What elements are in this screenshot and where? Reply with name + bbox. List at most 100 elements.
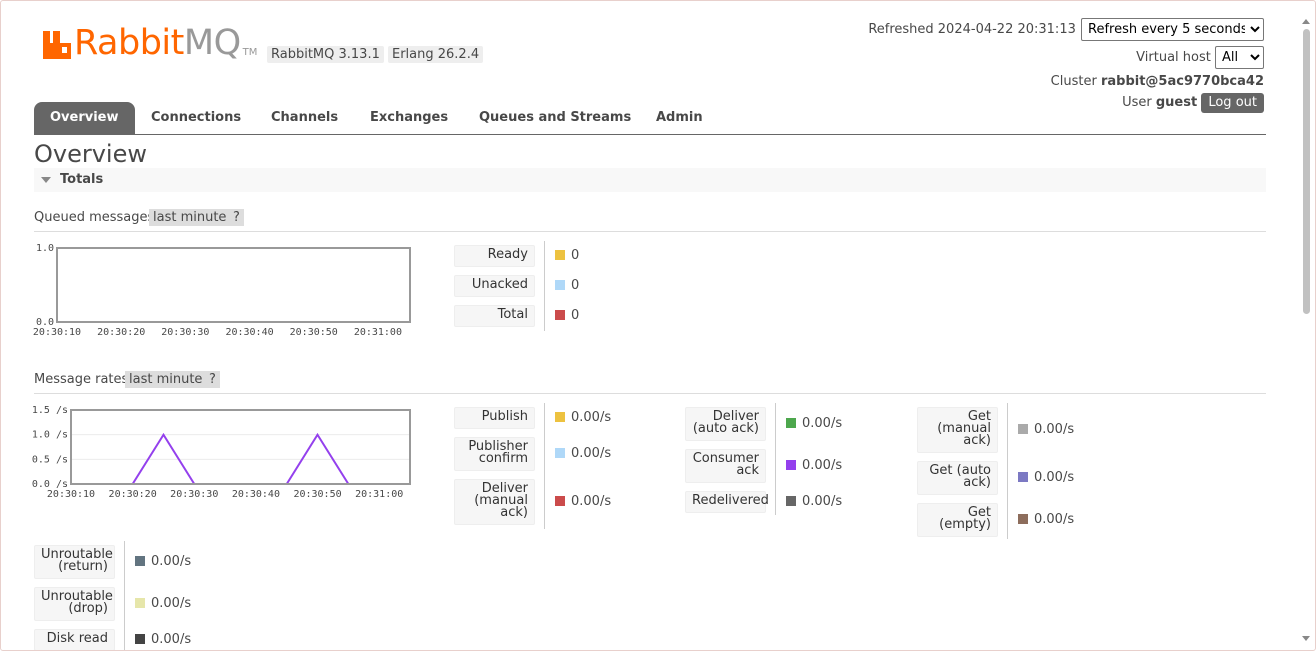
- rabbitmq-logo[interactable]: RabbitMQ TM: [43, 26, 258, 61]
- queued-messages-header: Queued messages last minute ?: [34, 209, 1266, 232]
- legend-value: 0.00/s: [786, 416, 842, 431]
- x-tick-label: 20:30:30: [161, 327, 209, 338]
- x-tick-label: 20:30:50: [290, 327, 338, 338]
- legend-value: 0.00/s: [555, 410, 611, 425]
- brand-name-part1: Rabbit: [74, 23, 184, 63]
- queued-messages-chart: 0.0 1.0 20:30:10 20:30:20 20:30:30 20:30:40 20…: [31, 241, 416, 341]
- legend-swatch: [555, 310, 565, 320]
- legend-value: 0: [555, 278, 579, 293]
- x-tick-label: 20:30:20: [97, 327, 145, 338]
- legend-label: Publish: [454, 407, 535, 429]
- legend-value: 0: [555, 248, 579, 263]
- tab-connections[interactable]: Connections: [151, 102, 241, 134]
- x-tick-label: 20:30:40: [225, 327, 273, 338]
- legend-separator: [544, 403, 545, 529]
- legend-value: 0.00/s: [1018, 422, 1074, 437]
- y-tick-label: 1.0 /s: [32, 430, 68, 441]
- legend-value-text: 0.00/s: [802, 494, 843, 509]
- rates-range-selector[interactable]: last minute: [125, 371, 207, 388]
- legend-value: 0.00/s: [135, 596, 191, 611]
- legend-swatch: [135, 634, 145, 644]
- tab-queues-and-streams[interactable]: Queues and Streams: [479, 102, 631, 134]
- plot-frame: [56, 247, 411, 323]
- legend-swatch: [555, 280, 565, 290]
- legend-swatch: [786, 460, 796, 470]
- legend-value: 0.00/s: [786, 458, 842, 473]
- message-rates-header: Message rates last minute ?: [34, 371, 1266, 394]
- tab-admin[interactable]: Admin: [656, 102, 703, 134]
- message-rates-chart: 0.0 /s 0.5 /s 1.0 /s 1.5 /s 20:30:10 20:30:20…: [31, 403, 416, 503]
- legend-label: Deliver (manual ack): [454, 479, 535, 525]
- legend-value-text: 0.00/s: [571, 446, 612, 461]
- legend-swatch: [555, 412, 565, 422]
- virtual-host-label: Virtual host: [1136, 50, 1211, 65]
- legend-swatch: [555, 496, 565, 506]
- cluster-label: Cluster: [1050, 74, 1097, 89]
- x-tick-label: 20:30:30: [170, 489, 218, 500]
- legend-value-text: 0.00/s: [1034, 422, 1075, 437]
- queued-help-button[interactable]: ?: [229, 209, 244, 226]
- legend-value: 0.00/s: [1018, 512, 1074, 527]
- plot-frame: [70, 409, 411, 485]
- legend-label: Unroutable (drop): [34, 587, 115, 621]
- legend-value: 0.00/s: [135, 554, 191, 569]
- y-tick-label: 1.5 /s: [32, 405, 68, 416]
- x-tick-label: 20:31:00: [355, 489, 403, 500]
- legend-value: 0.00/s: [555, 446, 611, 461]
- legend-value-text: 0.00/s: [151, 554, 192, 569]
- rabbitmq-version-badge: RabbitMQ 3.13.1: [267, 46, 384, 63]
- legend-label: Disk read: [34, 629, 115, 650]
- legend-label: Publisher confirm: [454, 437, 535, 471]
- tab-overview[interactable]: Overview: [34, 102, 135, 134]
- legend-value: 0.00/s: [786, 494, 842, 509]
- scrollbar-thumb[interactable]: [1303, 29, 1310, 314]
- totals-section-toggle[interactable]: Totals: [34, 168, 1266, 192]
- legend-swatch: [1018, 424, 1028, 434]
- legend-label: Unroutable (return): [34, 545, 115, 579]
- legend-label: Redelivered: [685, 491, 769, 513]
- refresh-interval-select[interactable]: Refresh every 5 seconds: [1081, 18, 1264, 41]
- trademark: TM: [242, 47, 258, 58]
- y-tick-label: 1.0: [36, 243, 54, 254]
- collapse-triangle-icon: [41, 177, 51, 183]
- x-tick-label: 20:30:10: [33, 327, 81, 338]
- legend-separator: [1007, 403, 1008, 539]
- legend-value-text: 0.00/s: [1034, 512, 1075, 527]
- rates-help-button[interactable]: ?: [205, 371, 220, 388]
- vertical-scrollbar[interactable]: [1302, 19, 1311, 641]
- legend-value: 0.00/s: [1018, 470, 1074, 485]
- legend-value: 0.00/s: [555, 494, 611, 509]
- legend-value-text: 0.00/s: [802, 458, 843, 473]
- legend-swatch: [1018, 514, 1028, 524]
- message-rates-label: Message rates: [34, 372, 129, 387]
- x-tick-label: 20:30:40: [232, 489, 280, 500]
- x-tick-label: 20:30:20: [109, 489, 157, 500]
- legend-label: Total: [454, 305, 535, 327]
- tab-exchanges[interactable]: Exchanges: [370, 102, 448, 134]
- legend-value-text: 0: [571, 308, 580, 323]
- page-title: Overview: [34, 140, 147, 168]
- section-title: Totals: [60, 172, 104, 187]
- rabbit-logo-icon: [43, 29, 71, 59]
- legend-swatch: [555, 448, 565, 458]
- virtual-host-select[interactable]: All: [1215, 46, 1264, 69]
- legend-label: Get (manual ack): [917, 407, 998, 453]
- refresh-row: Refreshed 2024-04-22 20:31:13 Refresh ev…: [868, 18, 1264, 41]
- legend-label: Get (empty): [917, 503, 998, 537]
- main-nav-tabs: Overview Connections Channels Exchanges …: [34, 102, 1266, 135]
- cluster-name: rabbit@5ac9770bca42: [1100, 74, 1264, 89]
- legend-value-text: 0.00/s: [571, 494, 612, 509]
- legend-label: Ready: [454, 245, 535, 267]
- browser-frame: RabbitMQ TM RabbitMQ 3.13.1 Erlang 26.2.…: [0, 0, 1316, 651]
- legend-value-text: 0.00/s: [571, 410, 612, 425]
- legend-value: 0.00/s: [135, 632, 191, 647]
- tab-channels[interactable]: Channels: [271, 102, 338, 134]
- legend-label: Unacked: [454, 275, 535, 297]
- scroll-down-icon[interactable]: [1302, 636, 1310, 641]
- legend-separator: [775, 403, 776, 515]
- queued-range-selector[interactable]: last minute: [149, 209, 231, 226]
- scroll-up-icon[interactable]: [1302, 19, 1310, 24]
- legend-swatch: [1018, 472, 1028, 482]
- legend-swatch: [135, 556, 145, 566]
- legend-swatch: [786, 496, 796, 506]
